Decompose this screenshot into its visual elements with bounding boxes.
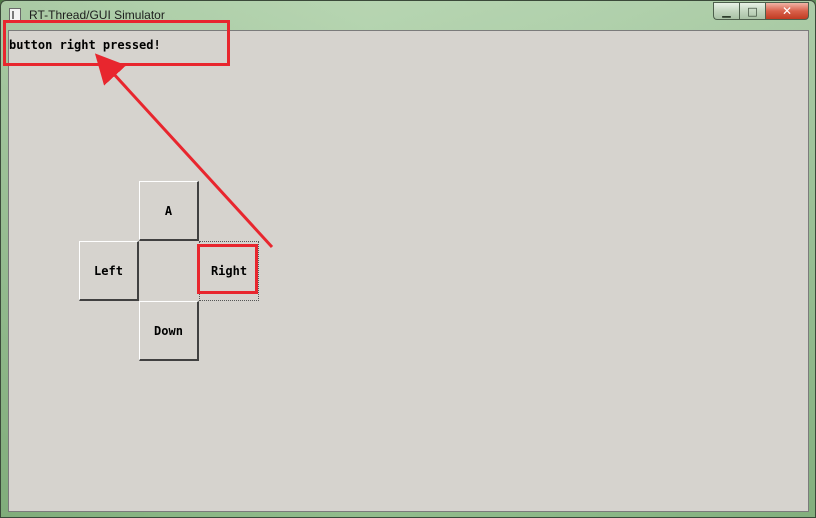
dpad-center	[139, 241, 199, 301]
close-button[interactable]: ✕	[765, 2, 809, 20]
left-button[interactable]: Left	[79, 241, 139, 301]
maximize-icon: □	[747, 4, 758, 18]
gui-client-area: button right pressed! A Left Right Down	[8, 30, 809, 512]
simulator-window: RT-Thread/GUI Simulator ▁ □ ✕ button rig…	[0, 0, 816, 518]
a-button[interactable]: A	[139, 181, 199, 241]
down-button[interactable]: Down	[139, 301, 199, 361]
close-icon: ✕	[781, 4, 793, 18]
maximize-button[interactable]: □	[739, 2, 765, 20]
minimize-icon: ▁	[722, 4, 731, 18]
annotation-status-highlight	[3, 20, 230, 66]
window-controls: ▁ □ ✕	[713, 2, 809, 21]
minimize-button[interactable]: ▁	[713, 2, 739, 20]
annotation-right-highlight	[197, 244, 258, 294]
